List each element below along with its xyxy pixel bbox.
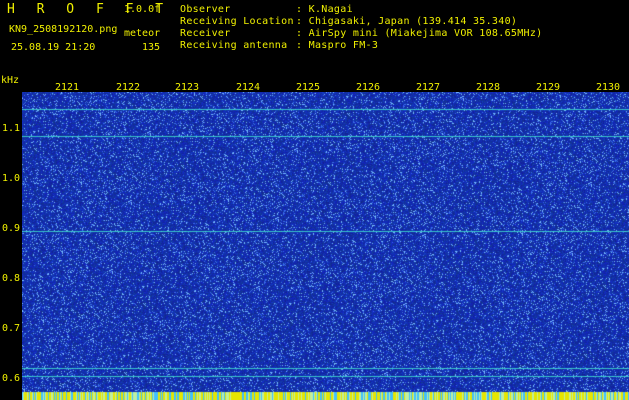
info-value-observer: : K.Nagai [296,4,353,15]
info-value-location: : Chigasaki, Japan (139.414 35.340) [296,16,518,27]
y-tick: 0.6 [2,373,21,384]
info-label-location: Receiving Location [180,16,294,27]
y-axis-unit: kHz [1,75,20,86]
info-label-observer: Observer [180,4,231,15]
meteor-label: meteor [124,28,161,39]
y-tick: 1.0 [2,173,21,184]
file-name: KN9_2508192120.png [9,24,118,35]
y-tick: 1.1 [2,123,21,134]
app-version: 1.0.0f [124,4,161,15]
spectrogram-canvas [22,92,629,400]
info-label-receiver: Receiver [180,28,231,39]
spectrogram-plot [22,92,629,400]
y-tick: 0.9 [2,223,21,234]
meteor-count: 135 [142,42,161,53]
date-time: 25.08.19 21:20 [11,42,96,53]
info-value-antenna: : Maspro FM-3 [296,40,379,51]
header-panel: H R O F F T 1.0.0f KN9_2508192120.png me… [0,0,629,78]
y-tick: 0.8 [2,273,21,284]
info-value-receiver: : AirSpy mini (Miakejima VOR 108.65MHz) [296,28,543,39]
info-label-antenna: Receiving antenna [180,40,288,51]
y-tick: 0.7 [2,323,21,334]
